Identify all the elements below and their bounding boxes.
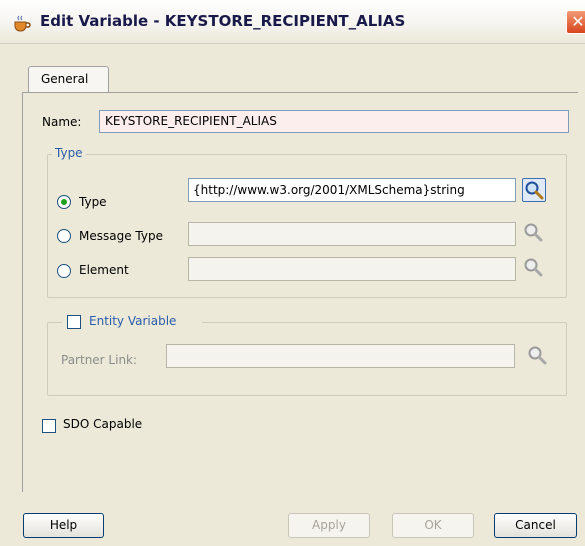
sdo-capable-checkbox[interactable] — [42, 419, 56, 433]
title-bar: Edit Variable - KEYSTORE_RECIPIENT_ALIAS… — [0, 0, 585, 44]
search-icon — [525, 181, 544, 200]
element-radio[interactable] — [57, 264, 71, 278]
sdo-capable-label: SDO Capable — [63, 417, 143, 431]
element-radio-label: Element — [79, 263, 129, 277]
apply-button-label: Apply — [312, 518, 346, 532]
close-button[interactable]: ✕ — [566, 10, 585, 34]
cancel-button[interactable]: Cancel — [494, 513, 577, 538]
tab-general[interactable]: General — [28, 66, 109, 93]
partner-link-browse-button[interactable] — [526, 344, 550, 368]
close-icon: ✕ — [571, 12, 585, 31]
search-icon — [528, 346, 547, 365]
partner-link-label: Partner Link: — [61, 353, 138, 367]
entity-variable-label: Entity Variable — [89, 314, 177, 328]
message-type-field[interactable] — [188, 222, 516, 246]
entity-variable-checkbox[interactable] — [67, 315, 81, 329]
message-type-browse-button[interactable] — [522, 221, 546, 245]
ok-button[interactable]: OK — [392, 513, 474, 538]
name-input[interactable]: KEYSTORE_RECIPIENT_ALIAS — [99, 110, 569, 133]
message-type-radio[interactable] — [57, 229, 71, 243]
type-radio-label: Type — [79, 195, 107, 209]
help-button-label: Help — [49, 518, 78, 532]
name-label: Name: — [42, 115, 82, 129]
tab-label: General — [41, 72, 89, 86]
partner-link-field[interactable] — [166, 344, 515, 368]
apply-button[interactable]: Apply — [288, 513, 370, 538]
ok-button-label: OK — [424, 518, 442, 532]
element-browse-button[interactable] — [522, 256, 546, 280]
cancel-button-label: Cancel — [515, 518, 556, 532]
type-browse-button[interactable] — [522, 178, 546, 202]
type-group-legend: Type — [52, 146, 86, 160]
help-button[interactable]: Help — [23, 513, 104, 538]
window-title: Edit Variable - KEYSTORE_RECIPIENT_ALIAS — [40, 12, 406, 30]
oracle-cup-icon — [14, 15, 31, 32]
search-icon — [524, 223, 543, 242]
type-radio[interactable] — [57, 195, 71, 209]
message-type-radio-label: Message Type — [79, 229, 163, 243]
search-icon — [524, 258, 543, 277]
element-field[interactable] — [188, 257, 516, 281]
type-field[interactable]: {http://www.w3.org/2001/XMLSchema}string — [188, 178, 516, 202]
